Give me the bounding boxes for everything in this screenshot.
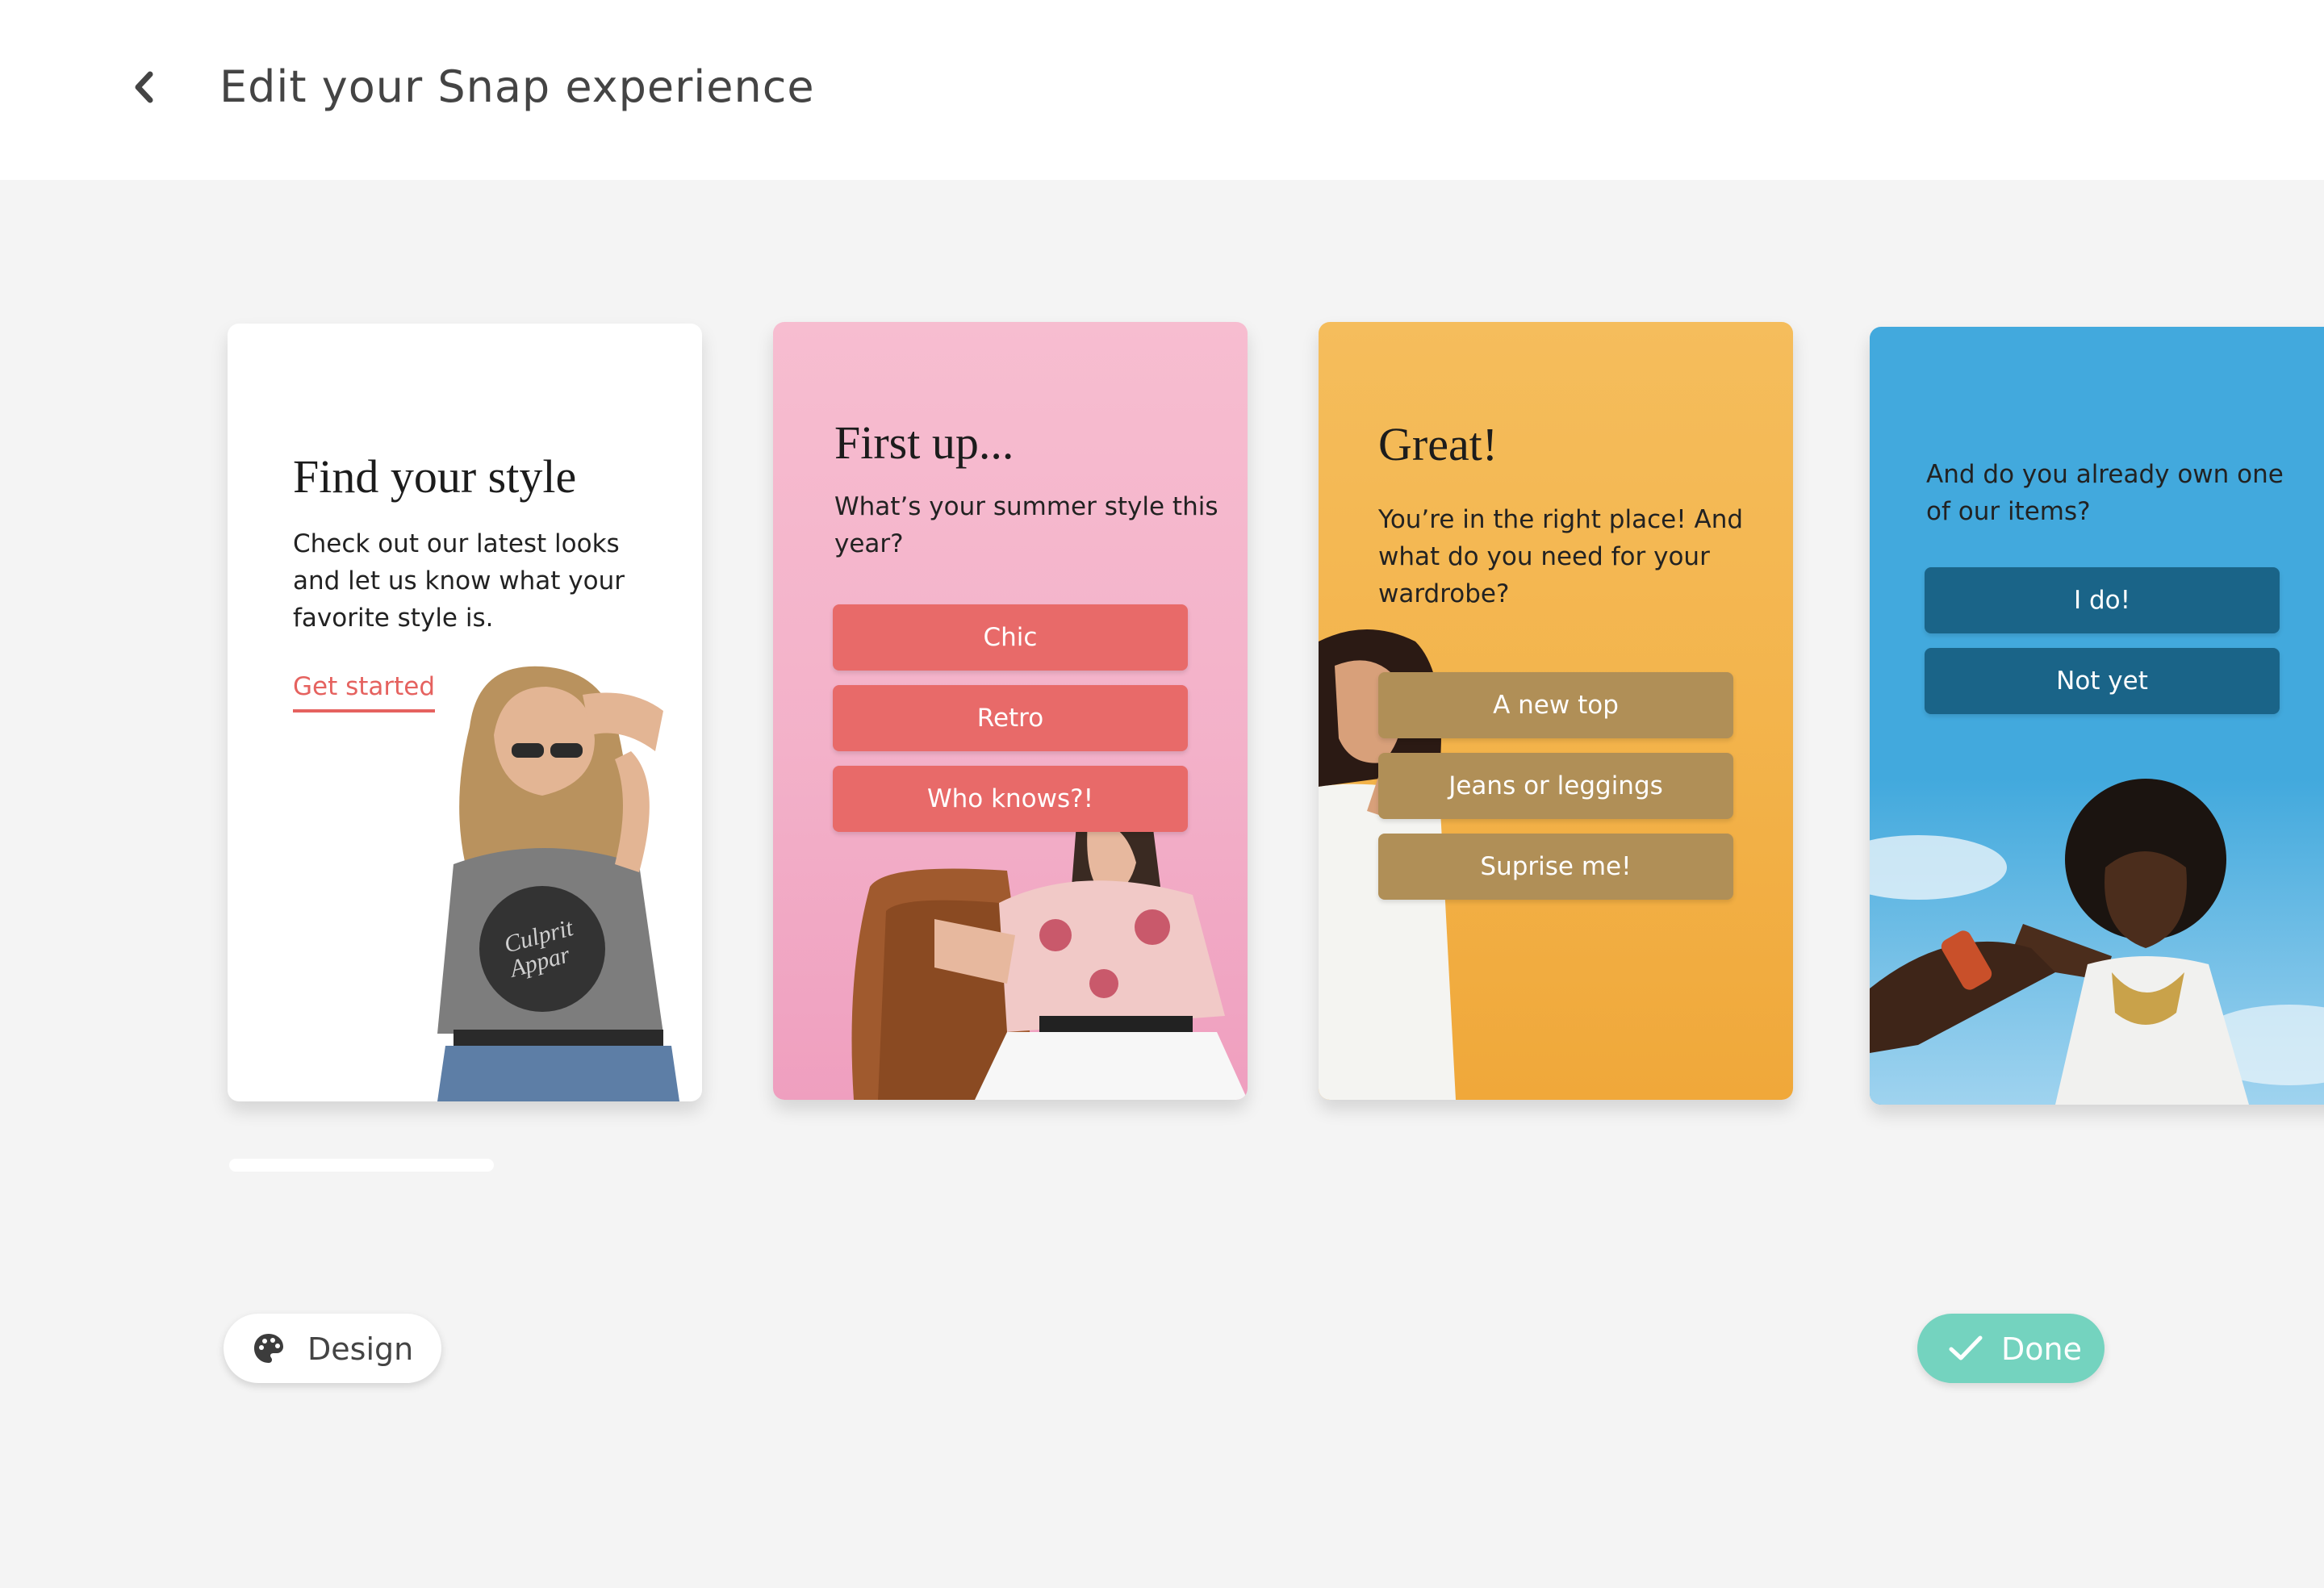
story-card-own-items[interactable]: And do you already own one of our items?… [1870,327,2324,1105]
header-bar: Edit your Snap experience [0,0,2324,180]
option-i-do-button[interactable]: I do! [1925,567,2280,633]
card-title: Great! [1378,418,1498,470]
option-who-knows-button[interactable]: Who knows?! [833,766,1188,832]
card-description: Check out our latest looks and let us kn… [293,529,625,633]
card-title: Find your style [293,450,577,503]
card-title: First up... [834,416,1014,469]
story-card-wardrobe[interactable]: Great! You’re in the right place! And wh… [1319,322,1793,1100]
option-not-yet-button[interactable]: Not yet [1925,648,2280,714]
chevron-left-icon [135,71,153,103]
card-question: You’re in the right place! And what do y… [1378,505,1744,608]
option-surprise-button[interactable]: Suprise me! [1378,834,1733,900]
card-question: And do you already own one of our items? [1926,460,2284,526]
done-button[interactable]: Done [1917,1314,2105,1383]
back-button[interactable] [121,65,166,110]
done-button-label: Done [2001,1331,2082,1367]
page-title: Edit your Snap experience [219,61,815,112]
story-card-find-style[interactable]: Find your style Check out our latest loo… [228,324,702,1101]
design-button[interactable]: Design [224,1314,441,1383]
option-new-top-button[interactable]: A new top [1378,672,1733,738]
carousel-scroll-indicator[interactable] [229,1159,494,1172]
palette-icon [254,1334,283,1363]
model-photo-sky-woman [1870,779,2324,1105]
option-retro-button[interactable]: Retro [833,685,1188,751]
story-card-summer-style[interactable]: First up... What’s your summer style thi… [773,322,1248,1100]
card-question: What’s your summer style this year? [834,492,1218,558]
model-photo-blonde-woman: Culprit Appar [437,666,679,1101]
option-chic-button[interactable]: Chic [833,604,1188,671]
design-button-label: Design [307,1331,414,1367]
check-icon [1949,1335,1983,1360]
get-started-link[interactable]: Get started [293,672,436,713]
option-jeans-button[interactable]: Jeans or leggings [1378,753,1733,819]
